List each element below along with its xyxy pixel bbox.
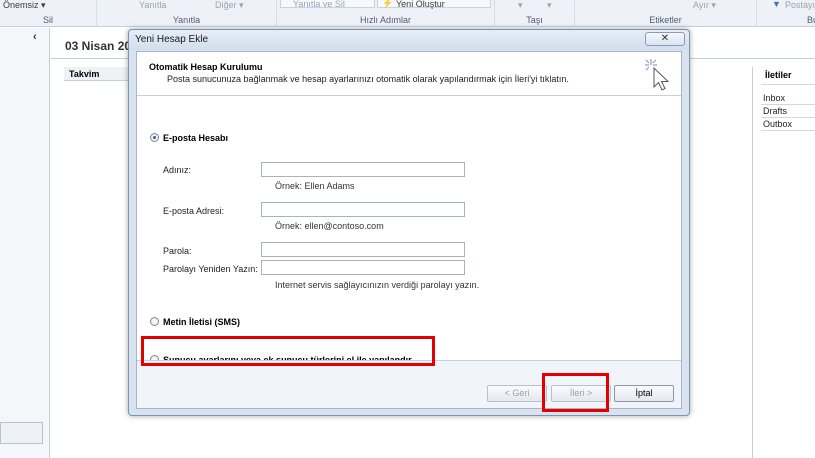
name-label: Adınız: [163, 165, 192, 175]
sms-radio[interactable] [150, 317, 159, 326]
email-hint: Örnek: ellen@contoso.com [275, 221, 384, 231]
filter-email-button[interactable]: Postayı [785, 0, 815, 10]
ribbon: Önemsiz ▾ Sil Yanıtla Diğer ▾ Yanıtla Ya… [0, 0, 815, 27]
retype-password-label: Parolayı Yeniden Yazın: [163, 264, 258, 274]
quickstep-new-box[interactable]: ⚡ Yeni Oluştur [377, 0, 491, 9]
quickstep-reply-delete-box[interactable]: Yanıtla ve Sil [280, 0, 375, 9]
close-icon: ✕ [660, 33, 670, 44]
divider [761, 130, 815, 131]
ribbon-group-tasi: ▾ ▾ Taşı [495, 0, 575, 27]
back-button[interactable]: < Geri [487, 385, 547, 402]
folder-item-inbox[interactable]: Inbox [763, 93, 785, 103]
navigation-pane-box[interactable] [0, 422, 43, 444]
cancel-button[interactable]: İptal [614, 385, 674, 402]
filter-icon: ▼ [772, 0, 781, 9]
move-dropdown-icon[interactable]: ▾ [518, 0, 523, 11]
ribbon-group-label: Bu [807, 15, 815, 25]
wizard-header-description: Posta sunucunuza bağlanmak ve hesap ayar… [167, 74, 569, 84]
ribbon-group-label: Etiketler [649, 15, 682, 25]
sms-label[interactable]: Metin İletisi (SMS) [163, 317, 240, 327]
password-field[interactable] [261, 242, 465, 257]
calendar-column-header: Takvim [64, 67, 128, 81]
folder-pane-title: İletiler [765, 70, 792, 80]
categorize-button[interactable]: Ayır ▾ [693, 0, 716, 11]
quickstep-new[interactable]: Yeni Oluştur [396, 0, 445, 9]
ribbon-group-etiketler: Ayır ▾ Etiketler [575, 0, 757, 27]
folder-pane: İletiler Inbox Drafts Outbox [752, 67, 815, 458]
lightning-icon: ⚡ [382, 0, 394, 8]
ribbon-group-yanitla: Yanıtla Diğer ▾ Yanıtla [97, 0, 277, 27]
wizard-header: Otomatik Hesap Kurulumu Posta sunucunuza… [137, 52, 681, 96]
name-field[interactable] [261, 162, 465, 177]
password-label: Parola: [163, 246, 192, 256]
ribbon-group-label: Taşı [526, 15, 543, 25]
dialog-title: Yeni Hesap Ekle [135, 34, 209, 45]
folder-item-outbox[interactable]: Outbox [763, 119, 792, 129]
ribbon-group-label: Yanıtla [172, 15, 201, 25]
ribbon-group-label: Hızlı Adımlar [359, 15, 411, 25]
email-label: E-posta Adresi: [163, 206, 225, 216]
ribbon-group-bul: ▼ Postayı Bu [757, 0, 815, 27]
calendar-date-title: 03 Nisan 20 [65, 39, 132, 53]
retype-password-field[interactable] [261, 260, 465, 275]
wizard-header-title: Otomatik Hesap Kurulumu [149, 62, 263, 72]
highlight-next-button [542, 373, 609, 412]
close-button[interactable]: ✕ [645, 32, 685, 46]
name-hint: Örnek: Ellen Adams [275, 181, 355, 191]
calendar-column-label: Takvim [69, 69, 100, 79]
more-button[interactable]: Diğer ▾ [215, 0, 244, 11]
junk-button[interactable]: Önemsiz ▾ [3, 0, 46, 11]
email-field[interactable] [261, 202, 465, 217]
ribbon-group-label: Sil [42, 15, 53, 25]
navigation-pane: ‹ [0, 28, 50, 458]
divider [761, 117, 815, 118]
collapse-pane-button[interactable]: ‹ [33, 31, 37, 43]
reply-button[interactable]: Yanıtla [139, 0, 166, 10]
ribbon-group-quicksteps: Yanıtla ve Sil ⚡ Yeni Oluştur Hızlı Adım… [277, 0, 495, 27]
ribbon-group-sil: Önemsiz ▾ Sil [0, 0, 97, 27]
rules-dropdown-icon[interactable]: ▾ [547, 0, 552, 11]
divider [761, 84, 815, 85]
magic-wand-cursor-icon [645, 59, 670, 91]
email-account-radio[interactable] [150, 133, 159, 142]
divider [761, 104, 815, 105]
quickstep-reply-delete[interactable]: Yanıtla ve Sil [293, 0, 345, 9]
password-hint: Internet servis sağlayıcınızın verdiği p… [275, 280, 480, 290]
folder-item-drafts[interactable]: Drafts [763, 106, 787, 116]
highlight-manual-setup [141, 336, 435, 366]
email-account-label[interactable]: E-posta Hesabı [163, 133, 228, 143]
dialog-titlebar[interactable]: Yeni Hesap Ekle ✕ [129, 30, 689, 50]
